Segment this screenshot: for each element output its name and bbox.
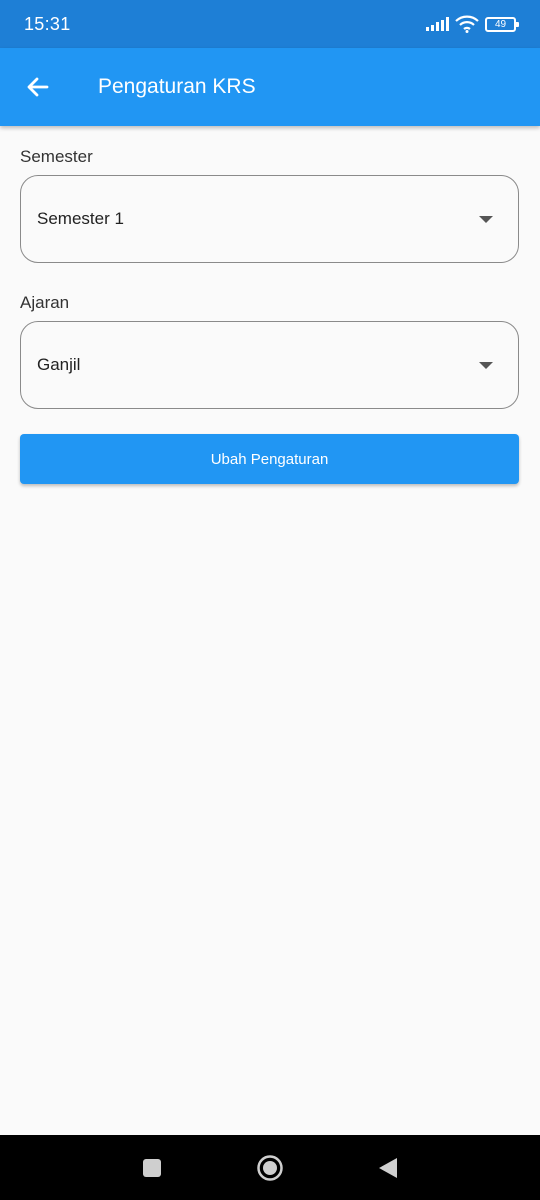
submit-button[interactable]: Ubah Pengaturan	[20, 434, 519, 484]
ajaran-dropdown[interactable]: Ganjil	[20, 321, 519, 409]
status-time: 15:31	[24, 13, 71, 34]
triangle-back-icon	[379, 1157, 397, 1178]
signal-icon	[426, 17, 449, 31]
wifi-icon	[455, 15, 479, 33]
form: Semester Semester 1 Ajaran Ganjil	[20, 126, 520, 409]
battery-icon: 49	[485, 16, 519, 32]
arrow-left-icon	[27, 77, 49, 97]
system-back-button[interactable]	[358, 1138, 418, 1198]
semester-value: Semester 1	[37, 209, 124, 228]
caret-down-icon	[479, 215, 493, 223]
ajaran-label: Ajaran	[20, 293, 70, 312]
back-button[interactable]	[10, 59, 66, 115]
recents-button[interactable]	[122, 1138, 182, 1198]
status-bar: 15:31 49	[0, 0, 540, 48]
caret-down-icon	[479, 361, 493, 369]
app-bar: Pengaturan KRS	[0, 48, 540, 126]
circle-home-icon	[257, 1154, 283, 1181]
semester-label: Semester	[20, 147, 93, 166]
system-nav-bar	[0, 1135, 540, 1200]
semester-dropdown[interactable]: Semester 1	[20, 175, 519, 263]
square-recents-icon	[143, 1158, 161, 1177]
home-button[interactable]	[240, 1138, 300, 1198]
status-icons: 49	[426, 15, 519, 33]
ajaran-value: Ganjil	[37, 355, 81, 374]
page-title: Pengaturan KRS	[98, 75, 256, 98]
